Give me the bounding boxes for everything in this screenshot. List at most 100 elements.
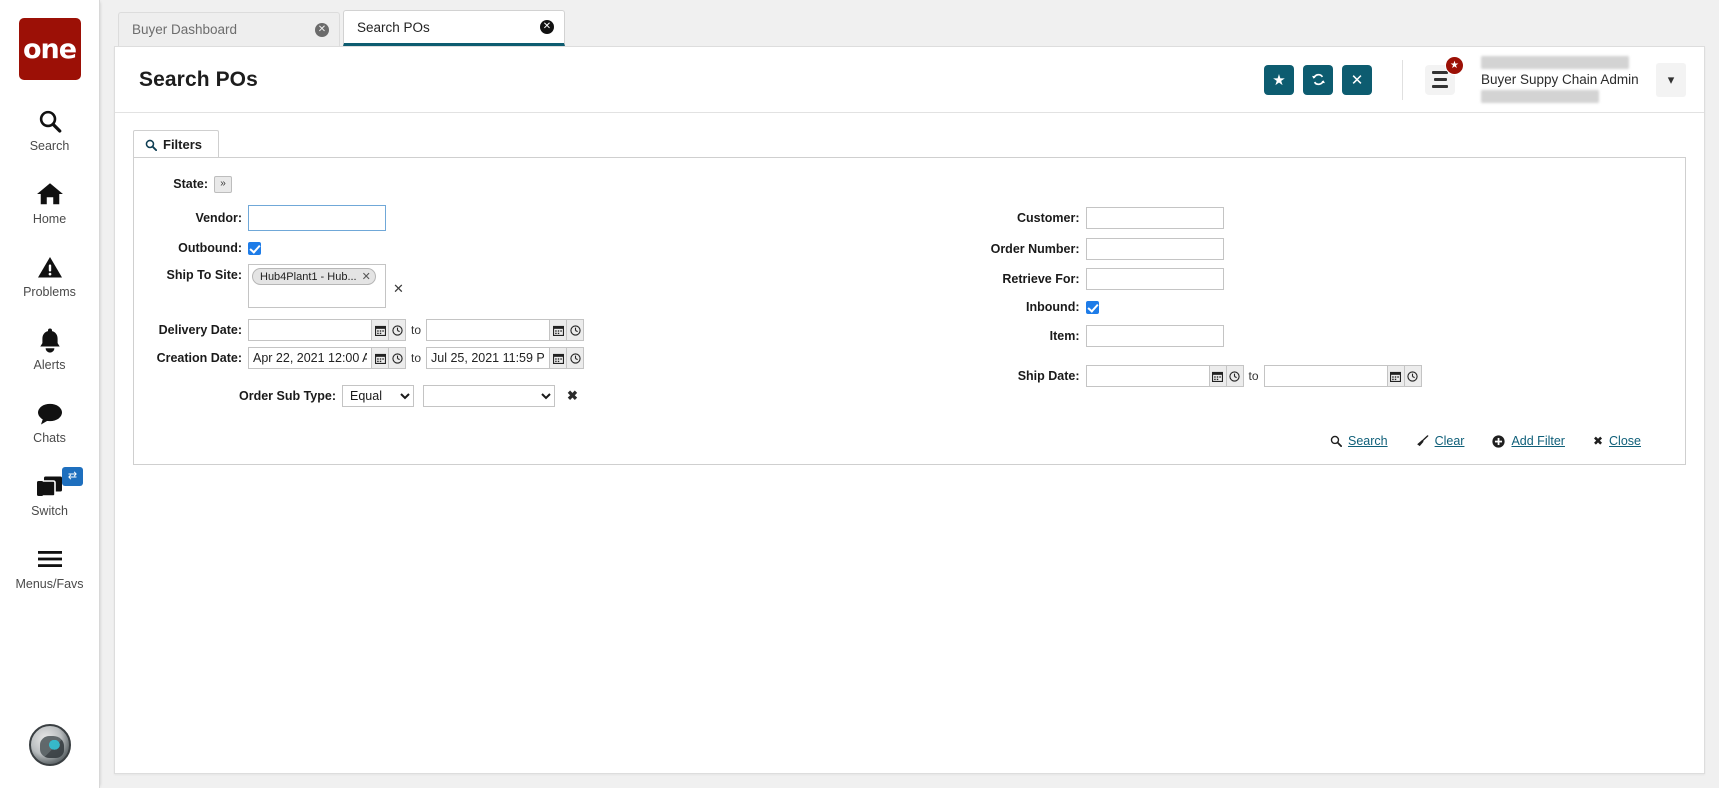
clock-icon[interactable]	[567, 319, 585, 341]
add-filter-action[interactable]: Add Filter	[1492, 434, 1565, 448]
close-button[interactable]: ✕	[1342, 64, 1372, 95]
sidebar-item-chats[interactable]: Chats	[0, 398, 99, 445]
sidebar-item-menus-favs[interactable]: Menus/Favs	[0, 544, 99, 591]
action-label: Clear	[1434, 434, 1465, 448]
filter-row-state: State: »	[152, 172, 1667, 196]
filters-tabstrip: Filters	[133, 129, 1686, 158]
customer-input[interactable]	[1085, 207, 1224, 229]
clock-icon[interactable]	[1404, 365, 1422, 387]
sidebar-item-search[interactable]: Search	[0, 106, 99, 153]
inbound-checkbox[interactable]	[1085, 300, 1099, 314]
retrieve-for-label: Retrieve For:	[1002, 272, 1080, 286]
order-sub-type-operator-select[interactable]: Equal	[342, 385, 414, 407]
calendar-icon[interactable]	[1209, 365, 1227, 387]
order-sub-type-value-select[interactable]	[423, 385, 555, 407]
header-action-buttons: ★ ✕	[1264, 64, 1372, 95]
ship-to-site-token-box[interactable]: Hub4Plant1 - Hub... ✕	[248, 264, 386, 308]
swap-arrows-icon[interactable]: ⇄	[62, 467, 83, 486]
remove-filter-icon[interactable]: ✖	[567, 388, 578, 404]
ship-date-from-input[interactable]	[1085, 365, 1210, 387]
clock-icon[interactable]	[389, 347, 406, 369]
close-circle-icon[interactable]: ✕	[540, 20, 554, 34]
ship-date-to-input[interactable]	[1263, 365, 1388, 387]
page-card: Search POs ★ ✕ ★ Buyer Suppy Chain Admin…	[114, 46, 1705, 774]
delivery-date-separator: to	[411, 323, 422, 337]
search-action[interactable]: Search	[1330, 434, 1388, 448]
delivery-date-from-input[interactable]	[248, 319, 372, 341]
tab-buyer-dashboard[interactable]: Buyer Dashboard ✕	[118, 12, 340, 46]
sidebar-item-label: Switch	[31, 504, 68, 518]
broom-icon	[1416, 435, 1429, 447]
delivery-date-to-input[interactable]	[426, 319, 551, 341]
outbound-label: Outbound:	[178, 241, 242, 255]
creation-date-to-input[interactable]	[426, 347, 551, 369]
search-icon	[1330, 435, 1342, 447]
action-label: Close	[1609, 434, 1641, 448]
token-remove-x-icon[interactable]: ✕	[362, 270, 371, 283]
windows-stack-icon	[35, 471, 65, 501]
close-circle-icon[interactable]: ✕	[315, 22, 329, 37]
sidebar-item-switch[interactable]: ⇄ Switch	[0, 467, 99, 518]
item-input[interactable]	[1085, 325, 1224, 347]
tab-search-pos[interactable]: Search POs ✕	[343, 10, 565, 46]
user-block: Buyer Suppy Chain Admin	[1481, 56, 1646, 103]
filter-row-customer: Customer:	[986, 204, 1668, 232]
calendar-icon[interactable]	[550, 347, 568, 369]
ship-date-separator: to	[1248, 369, 1259, 383]
filter-row-ship-date: Ship Date: to	[986, 364, 1668, 388]
creation-date-label: Creation Date:	[156, 351, 242, 365]
order-number-input[interactable]	[1085, 238, 1224, 260]
refresh-button[interactable]	[1303, 64, 1333, 95]
app-logo[interactable]: one	[18, 18, 81, 80]
creation-date-from-input[interactable]	[248, 347, 372, 369]
redacted-role-line	[1481, 90, 1599, 103]
x-icon: ✕	[1350, 71, 1364, 89]
filter-row-delivery-date: Delivery Date: to	[152, 318, 910, 342]
calendar-icon[interactable]	[1387, 365, 1405, 387]
sidebar-item-label: Chats	[33, 431, 66, 445]
clock-icon[interactable]	[567, 347, 585, 369]
sidebar-item-home[interactable]: Home	[0, 179, 99, 226]
filters-section: Filters State: » Vendor: Outbound: Ship …	[115, 113, 1704, 465]
retrieve-for-input[interactable]	[1085, 268, 1224, 290]
header-divider	[1402, 59, 1403, 100]
hamburger-icon	[36, 544, 64, 574]
state-expand-button[interactable]: »	[214, 175, 232, 193]
clock-icon[interactable]	[1226, 365, 1244, 387]
outbound-checkbox[interactable]	[248, 241, 261, 255]
vendor-input[interactable]	[248, 205, 386, 231]
sidebar-item-problems[interactable]: Problems	[0, 252, 99, 299]
calendar-icon[interactable]	[372, 347, 389, 369]
tab-strip: Buyer Dashboard ✕ Search POs ✕	[100, 0, 1719, 46]
ship-to-site-clear-x-icon[interactable]: ✕	[393, 281, 404, 297]
filters-grid: Vendor: Outbound: Ship To Site: Hub4Plan…	[152, 204, 1667, 412]
ship-to-site-token[interactable]: Hub4Plant1 - Hub... ✕	[252, 268, 376, 285]
favorite-button[interactable]: ★	[1264, 64, 1294, 95]
plus-circle-icon	[1492, 434, 1506, 448]
ship-to-site-label: Ship To Site:	[166, 268, 242, 282]
filter-row-vendor: Vendor:	[152, 204, 910, 232]
page-header: Search POs ★ ✕ ★ Buyer Suppy Chain Admin…	[115, 47, 1704, 113]
clock-icon[interactable]	[389, 319, 406, 341]
search-icon	[145, 139, 157, 151]
redacted-company-line	[1481, 56, 1629, 69]
calendar-icon[interactable]	[372, 319, 389, 341]
calendar-icon[interactable]	[550, 319, 568, 341]
x-icon: ✖	[1592, 434, 1604, 448]
filters-left-column: Vendor: Outbound: Ship To Site: Hub4Plan…	[152, 204, 910, 412]
tab-filters[interactable]: Filters	[133, 130, 220, 158]
user-menu-chevron-down-icon[interactable]: ▾	[1656, 62, 1686, 97]
filter-row-creation-date: Creation Date: to	[152, 346, 910, 370]
refresh-icon	[1311, 72, 1326, 87]
avatar[interactable]	[28, 724, 71, 766]
search-icon	[37, 106, 63, 136]
state-label: State:	[173, 177, 208, 191]
vendor-label: Vendor:	[195, 211, 242, 225]
star-badge-icon[interactable]: ★	[1445, 55, 1464, 75]
action-label: Search	[1347, 434, 1388, 448]
tab-filters-label: Filters	[163, 137, 203, 152]
sidebar-item-alerts[interactable]: Alerts	[0, 325, 99, 372]
clear-action[interactable]: Clear	[1416, 434, 1465, 448]
close-action[interactable]: ✖ Close	[1593, 434, 1641, 448]
sidebar-item-label: Alerts	[33, 358, 66, 372]
